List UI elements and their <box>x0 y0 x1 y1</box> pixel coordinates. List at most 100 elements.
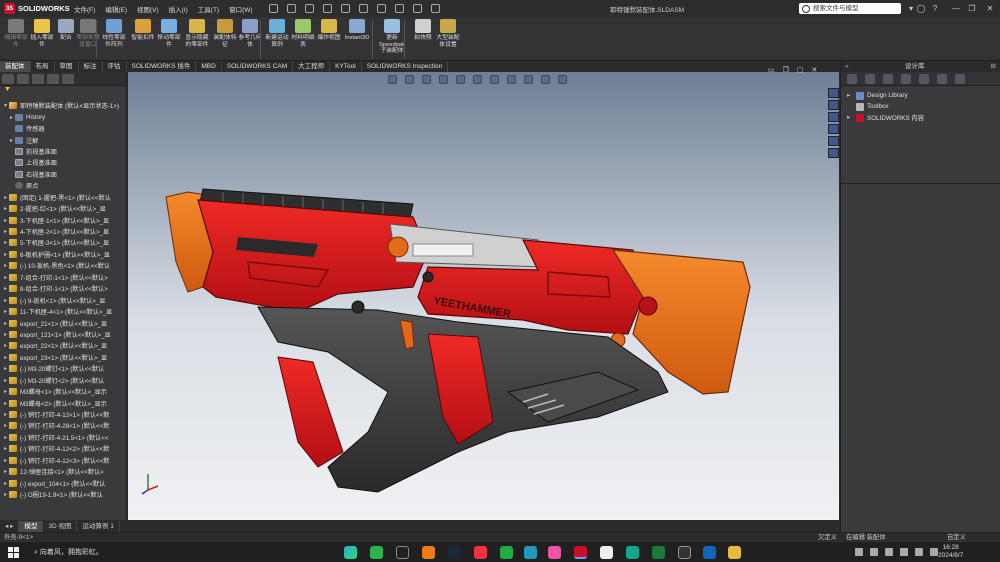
ribbon-button-3[interactable]: 零部件预览窗口 <box>74 19 102 59</box>
tree-component[interactable]: ▸ 11-下机匣-4<1> (默认<<默认>_显 <box>0 306 126 317</box>
expand-arrow-icon[interactable]: ▸ <box>2 239 9 246</box>
pin-icon[interactable]: ⊞ <box>991 61 996 72</box>
command-tab[interactable]: 布局 <box>31 61 55 72</box>
model-view-tab[interactable]: 模型 <box>19 521 44 532</box>
app-icon-4[interactable] <box>703 546 716 559</box>
tree-component[interactable]: ▸ 4-下机匣-2<1> (默认<<默认>_显 <box>0 226 126 237</box>
app-icon-2[interactable] <box>626 546 639 559</box>
file-explorer-icon[interactable] <box>828 112 839 122</box>
command-tab[interactable]: 标注 <box>79 61 103 72</box>
graphics-area[interactable]: ▭ ❐ ▢ ✕ YEETHAMMER <box>128 67 839 520</box>
ribbon-button-0[interactable]: 编辑零部件 <box>2 19 30 59</box>
open-icon[interactable] <box>304 4 314 13</box>
tray-arrow-icon[interactable] <box>855 548 863 556</box>
design-library-item[interactable]: ▸ Design Library <box>841 90 1000 101</box>
redo-icon[interactable] <box>376 4 386 13</box>
tree-component[interactable]: ▸ export_21<1> (默认<<默认>_显 <box>0 317 126 328</box>
options-icon[interactable] <box>430 4 440 13</box>
tree-component[interactable]: ▸ (-) M3-20螺钉<1> (默认<<默认 <box>0 363 126 374</box>
tree-item[interactable]: 右视基准面 <box>0 169 126 180</box>
menu-view[interactable]: 视图(V) <box>137 4 159 14</box>
ribbon-button-7[interactable]: 显示隐藏的零部件 <box>183 19 211 59</box>
expand-arrow-icon[interactable]: ▸ <box>2 285 9 292</box>
assembly-model[interactable]: YEETHAMMER <box>128 72 839 520</box>
expand-arrow-icon[interactable]: ▸ <box>2 480 9 487</box>
expand-arrow-icon[interactable]: ▸ <box>8 114 15 121</box>
tree-component[interactable]: ▸ 7-组合-打印-1<1> (默认<<默认> <box>0 272 126 283</box>
expand-arrow-icon[interactable]: ▸ <box>2 411 9 418</box>
search-input[interactable]: 搜索文件与模型 <box>799 3 901 14</box>
ribbon-button-5[interactable]: 智能扣件 <box>129 19 157 59</box>
tree-item[interactable]: 上视基准面 <box>0 157 126 168</box>
edge-icon[interactable] <box>344 546 357 559</box>
tree-item[interactable]: ▾ 耶特锤默装配体 (默认<显示状态-1>) <box>0 100 126 111</box>
design-library-icon[interactable] <box>828 100 839 110</box>
expand-arrow-icon[interactable]: ▸ <box>8 137 15 144</box>
tree-component[interactable]: ▸ (-) 销钉-打印-4-12<2> (默认<<默 <box>0 443 126 454</box>
expand-arrow-icon[interactable]: ▸ <box>2 331 9 338</box>
menu-tools[interactable]: 工具(T) <box>198 4 219 14</box>
ribbon-button-8[interactable]: 装配体特征 <box>211 19 239 59</box>
expand-arrow-icon[interactable]: ▸ <box>2 377 9 384</box>
display-manager-icon[interactable] <box>62 74 74 84</box>
tree-component[interactable]: ▸ export_22<1> (默认<<默认>_显 <box>0 340 126 351</box>
configuration-manager-icon[interactable] <box>32 74 44 84</box>
model-view-tab[interactable]: 运动算例 1 <box>77 521 120 532</box>
media-icon[interactable] <box>500 546 513 559</box>
ribbon-button-13[interactable]: Instant3D <box>343 19 371 59</box>
app-icon-3[interactable] <box>678 546 691 559</box>
collapse-pane-icon[interactable]: « <box>845 61 849 72</box>
tree-item[interactable]: ▸ 注解 <box>0 134 126 145</box>
command-tab[interactable]: MBD <box>196 61 222 72</box>
ribbon-button-11[interactable]: 材料明细表 <box>289 19 317 59</box>
expand-arrow-icon[interactable]: ▸ <box>2 468 9 475</box>
rebuild-icon[interactable] <box>412 4 422 13</box>
undo-icon[interactable] <box>358 4 368 13</box>
tree-component[interactable]: ▸ (-) O圈19-1.9<1> (默认<<默认 <box>0 489 126 500</box>
help-icon[interactable]: ? <box>929 3 941 14</box>
ribbon-button-16[interactable]: 大型装配体设置 <box>434 19 462 59</box>
google-icon[interactable] <box>474 546 487 559</box>
tab-scroll-arrows-icon[interactable]: ◂ ▸ <box>0 521 20 532</box>
app-icon-1[interactable] <box>600 546 613 559</box>
expand-arrow-icon[interactable]: ▸ <box>2 445 9 452</box>
command-tab[interactable]: 装配体 <box>0 61 31 72</box>
expand-arrow-icon[interactable]: ▸ <box>2 354 9 361</box>
view-palette-icon[interactable] <box>828 124 839 134</box>
tree-component[interactable]: ▸ (-) 9-扳机<1> (默认<<默认>_显 <box>0 294 126 305</box>
tree-component[interactable]: ▸ 6-板机护圈<1> (默认<<默认>_显 <box>0 249 126 260</box>
up-icon[interactable] <box>955 74 965 84</box>
tray-ime-icon[interactable] <box>885 548 893 556</box>
network-icon[interactable] <box>900 548 908 556</box>
expand-arrow-icon[interactable]: ▸ <box>2 457 9 464</box>
tree-component[interactable]: ▸ M3螺母<1> (默认<<默认>_显示 <box>0 386 126 397</box>
property-manager-icon[interactable] <box>17 74 29 84</box>
save-icon[interactable] <box>322 4 332 13</box>
solidworks-logo[interactable]: 3S SOLIDWORKS <box>0 0 72 17</box>
ribbon-button-10[interactable]: 新建运动算例 <box>263 19 291 59</box>
tree-item[interactable]: 前视基准面 <box>0 146 126 157</box>
ribbon-button-15[interactable]: 拍快照 <box>409 19 437 59</box>
tree-component[interactable]: ▸ export_23<1> (默认<<默认>_显 <box>0 352 126 363</box>
design-library-item[interactable]: Toolbox <box>841 101 1000 112</box>
user-icon[interactable]: ◯ <box>915 3 927 14</box>
home-icon[interactable] <box>268 4 278 13</box>
chat-app-icon[interactable] <box>524 546 537 559</box>
command-tab[interactable]: 草图 <box>55 61 79 72</box>
tree-component[interactable]: ▸ 3-下机匣-1<1> (默认<<默认>_显 <box>0 214 126 225</box>
command-tab[interactable]: 大工程师 <box>293 61 331 72</box>
expand-arrow-icon[interactable]: ▸ <box>2 388 9 395</box>
tree-item[interactable]: 传感器 <box>0 123 126 134</box>
expand-arrow-icon[interactable]: ▸ <box>2 262 9 269</box>
ribbon-button-6[interactable]: 移动零部件 <box>155 19 183 59</box>
create-folder-icon[interactable] <box>919 74 929 84</box>
tree-component[interactable]: ▸ (-) 销钉-打印-4-12<3> (默认<<默 <box>0 455 126 466</box>
browser-icon[interactable] <box>422 546 435 559</box>
tree-component[interactable]: ▸ (-) export_104<1> (默认<<默认 <box>0 477 126 488</box>
tree-component[interactable]: ▸ (-) 销钉-打印-4-12<1> (默认<<默 <box>0 409 126 420</box>
tree-component[interactable]: ▸ (固定) 1-握把-黑<1> (默认<<默认 <box>0 192 126 203</box>
bilibili-icon[interactable] <box>548 546 561 559</box>
expand-arrow-icon[interactable]: ▸ <box>2 365 9 372</box>
tree-component[interactable]: ▸ (-) 10-扳机-黑色<1> (默认<<默认 <box>0 260 126 271</box>
add-to-library-icon[interactable] <box>883 74 893 84</box>
